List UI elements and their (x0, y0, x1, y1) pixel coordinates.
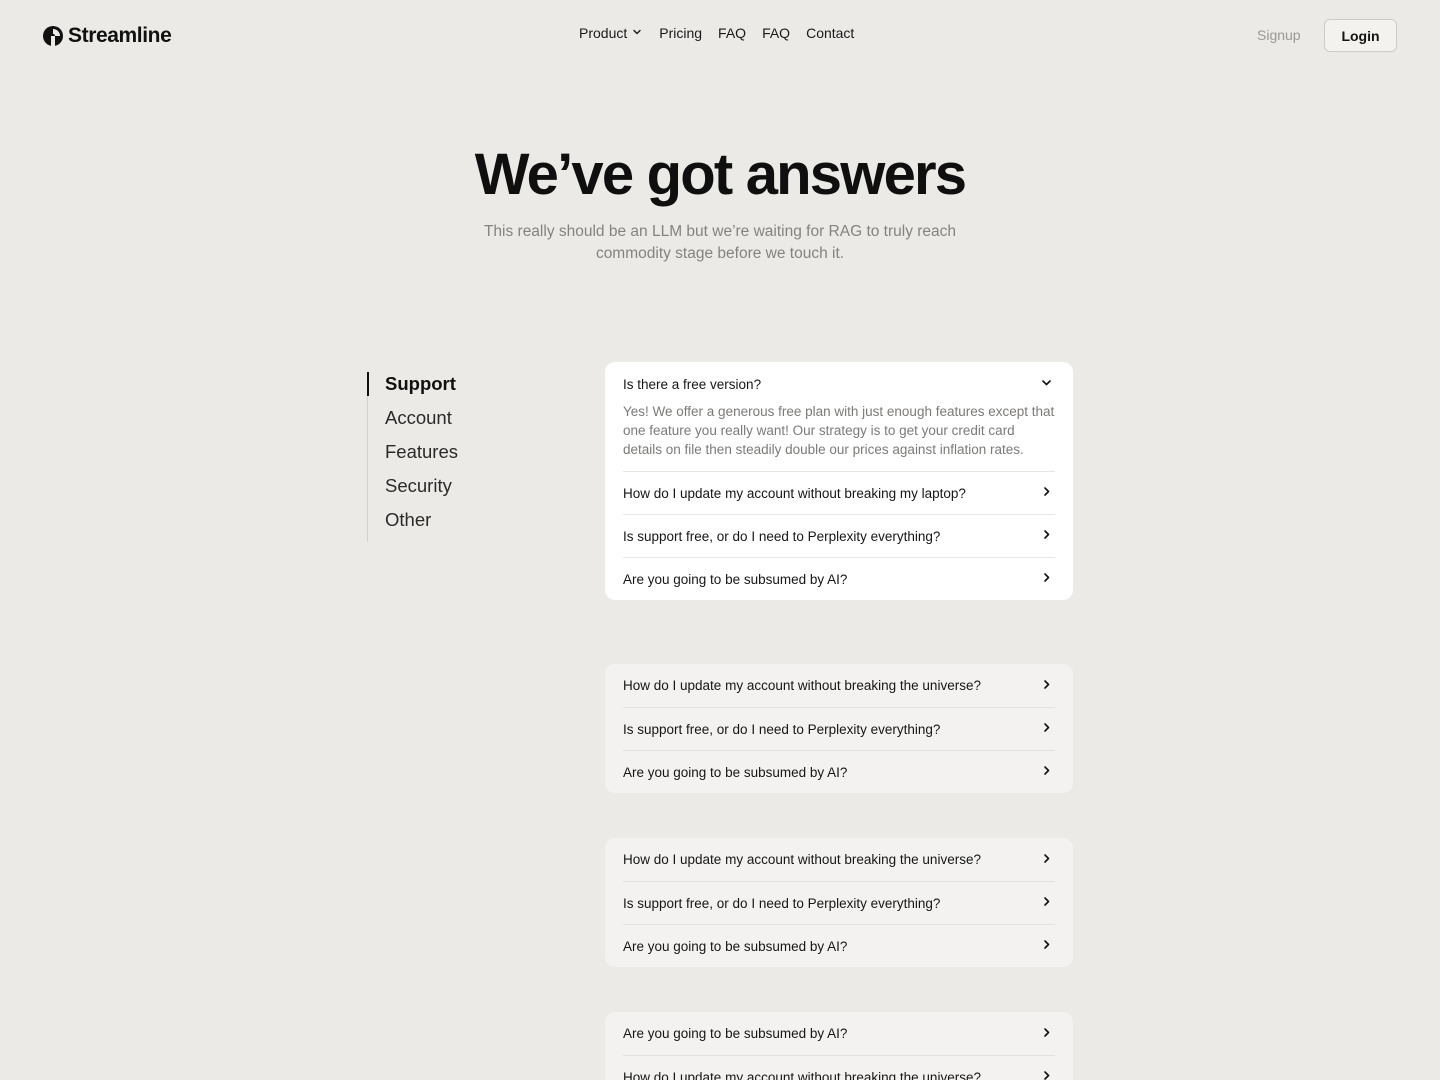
category-support[interactable]: Support (367, 372, 567, 406)
faq-question-text: How do I update my account without break… (623, 1069, 981, 1080)
chevron-right-icon (1040, 938, 1055, 954)
faq-question[interactable]: How do I update my account without break… (623, 664, 1055, 707)
chevron-right-icon (1040, 1069, 1055, 1080)
faq-question-text: Are you going to be subsumed by AI? (623, 571, 848, 587)
page-title: We’ve got answers (474, 142, 967, 207)
faq-group: How do I update my account without break… (605, 838, 1073, 967)
faq-question[interactable]: How do I update my account without break… (623, 838, 1055, 881)
faq-question[interactable]: Are you going to be subsumed by AI? (623, 924, 1055, 967)
chevron-right-icon (1040, 721, 1055, 737)
category-other[interactable]: Other (368, 508, 567, 542)
faq-question-text: How do I update my account without break… (623, 852, 981, 867)
faq-question[interactable]: Is support free, or do I need to Perplex… (623, 707, 1055, 750)
chevron-right-icon (1040, 1026, 1055, 1042)
faq-question-text: Is support free, or do I need to Perplex… (623, 895, 941, 911)
chevron-right-icon (1040, 764, 1055, 780)
faq-page: Streamline Product Pricing FAQ FAQ Conta… (0, 0, 1440, 1080)
category-security[interactable]: Security (368, 474, 567, 508)
category-list: Support Account Features Security Other (367, 372, 567, 542)
faq-question-text: How do I update my account without break… (623, 678, 981, 693)
page-subtitle: This really should be an LLM but we’re w… (483, 223, 957, 262)
faq-group: Are you going to be subsumed by AI? How … (605, 1012, 1073, 1080)
chevron-right-icon (1040, 485, 1055, 501)
faq-answer: Yes! We offer a generous free plan with … (623, 404, 1055, 457)
chevron-right-icon (1040, 571, 1055, 587)
faq-question[interactable]: How do I update my account without break… (623, 471, 1055, 514)
brand-name: Streamline (68, 24, 172, 47)
chevron-right-icon (1040, 852, 1055, 868)
faq-question[interactable]: Are you going to be subsumed by AI? (623, 750, 1055, 793)
chevron-right-icon (1040, 528, 1055, 544)
faq-question-text: Are you going to be subsumed by AI? (623, 1026, 848, 1041)
nav-contact[interactable]: Contact (806, 25, 854, 41)
chevron-down-icon (631, 25, 643, 41)
faq-question-text: Are you going to be subsumed by AI? (623, 764, 848, 780)
faq-question[interactable]: Are you going to be subsumed by AI? (623, 557, 1055, 600)
faq-question[interactable]: Is support free, or do I need to Perplex… (623, 881, 1055, 924)
faq-group: How do I update my account without break… (605, 664, 1073, 793)
faq-group: Is there a free version? Yes! We offer a… (605, 362, 1073, 600)
faq-question-text: How do I update my account without break… (623, 485, 966, 501)
faq-question[interactable]: Is support free, or do I need to Perplex… (623, 514, 1055, 557)
category-features[interactable]: Features (368, 440, 567, 474)
site-header: Streamline Product Pricing FAQ FAQ Conta… (0, 0, 1440, 72)
nav-product-label: Product (579, 25, 628, 41)
streamline-logo-icon (42, 25, 64, 47)
category-account[interactable]: Account (368, 406, 567, 440)
nav-faq-2[interactable]: FAQ (762, 25, 790, 41)
login-button[interactable]: Login (1324, 19, 1397, 52)
chevron-right-icon (1040, 678, 1055, 694)
faq-question-text: Is there a free version? (623, 376, 762, 392)
faq-question[interactable]: Are you going to be subsumed by AI? (623, 1012, 1055, 1055)
faq-question[interactable]: How do I update my account without break… (623, 1055, 1055, 1080)
nav-faq[interactable]: FAQ (718, 25, 746, 41)
faq-question-text: Is support free, or do I need to Perplex… (623, 528, 941, 544)
faq-question-text: Is support free, or do I need to Perplex… (623, 721, 941, 737)
faq-question-text: Are you going to be subsumed by AI? (623, 938, 848, 954)
chevron-down-icon (1040, 376, 1055, 392)
faq-question-open[interactable]: Is there a free version? (623, 362, 1055, 406)
chevron-right-icon (1040, 895, 1055, 911)
main-nav: Product Pricing FAQ FAQ Contact (579, 25, 854, 41)
signup-link[interactable]: Signup (1257, 27, 1301, 43)
nav-product[interactable]: Product (579, 25, 643, 41)
brand-logo[interactable]: Streamline (42, 22, 172, 50)
nav-pricing[interactable]: Pricing (659, 25, 702, 41)
